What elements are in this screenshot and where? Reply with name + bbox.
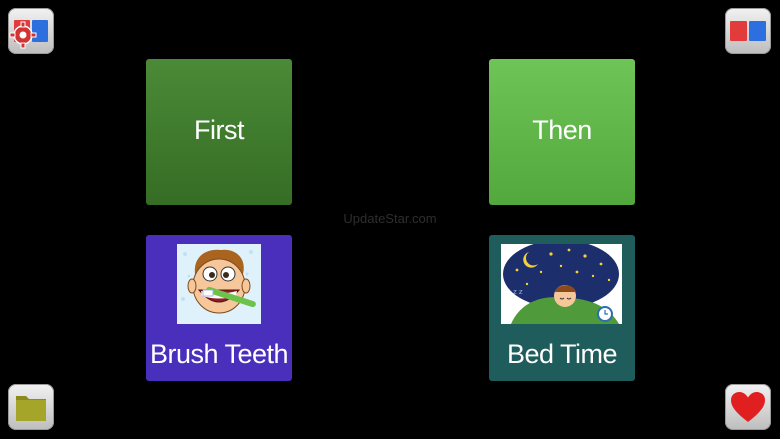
boy-sleeping-picture: z z <box>501 244 622 324</box>
heart-icon <box>731 392 765 422</box>
favorites-button[interactable] <box>725 384 771 430</box>
color-split-button[interactable] <box>725 8 771 54</box>
brush-teeth-tile[interactable]: Brush Teeth <box>146 235 292 381</box>
bed-time-tile[interactable]: z z Bed Time <box>489 235 635 381</box>
brush-teeth-tile-label: Brush Teeth <box>149 339 289 369</box>
settings-button[interactable] <box>8 8 54 54</box>
then-tile-label: Then <box>532 115 592 145</box>
svg-text:z z: z z <box>513 288 523 296</box>
boy-brushing-teeth-picture <box>177 244 261 324</box>
bed-time-picture: z z <box>501 244 622 324</box>
first-tile[interactable]: First <box>146 59 292 205</box>
brush-teeth-picture <box>177 244 261 324</box>
folder-button[interactable] <box>8 384 54 430</box>
watermark-text: UpdateStar.com <box>343 211 437 226</box>
folder-icon <box>16 396 46 421</box>
first-tile-label: First <box>194 115 244 145</box>
settings-gear-icon <box>9 20 48 49</box>
red-blue-split-icon <box>730 21 766 41</box>
then-tile[interactable]: Then <box>489 59 635 205</box>
first-then-board: First Then Brush Teeth z z Bed Time Upda… <box>0 0 780 439</box>
bed-time-tile-label: Bed Time <box>506 339 618 369</box>
